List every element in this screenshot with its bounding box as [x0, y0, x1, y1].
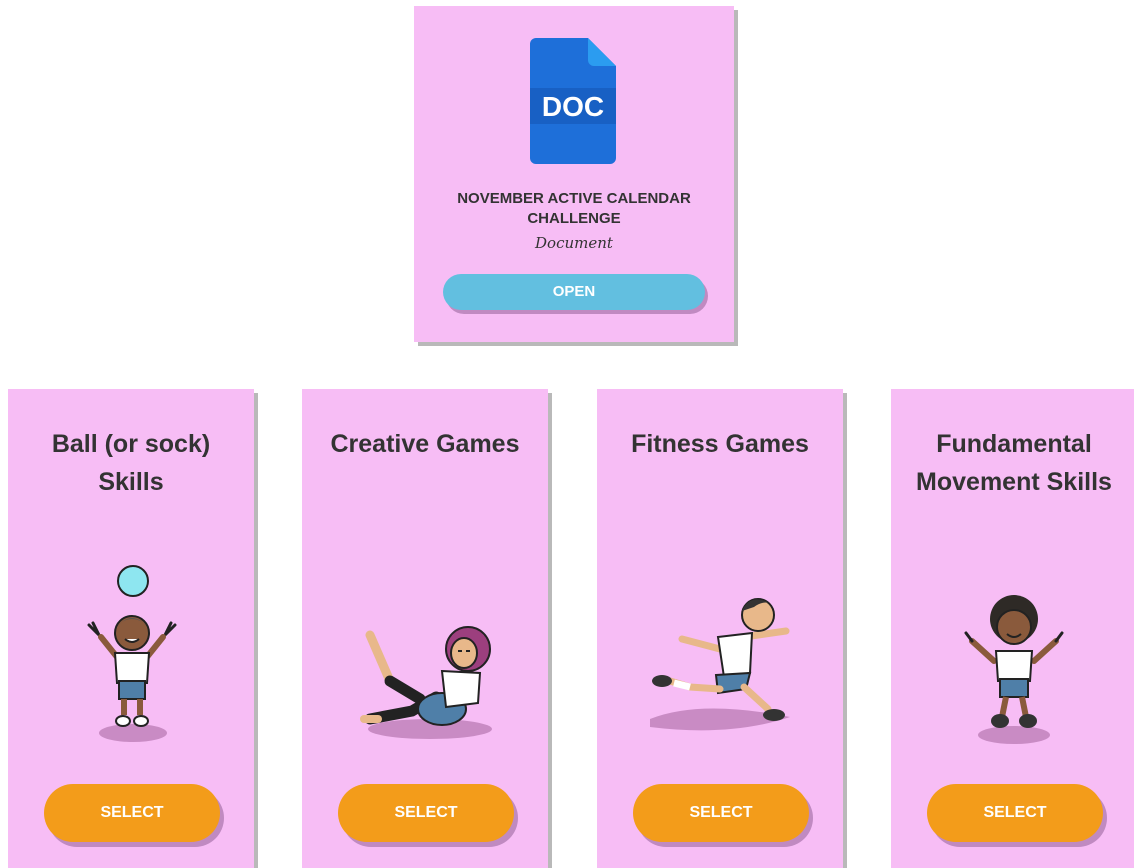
document-card: DOC NOVEMBER ACTIVE CALENDAR CHALLENGE D… — [414, 6, 734, 342]
card-fitness-games: Fitness Games SELECT — [597, 389, 843, 868]
boy-running-illustration — [650, 598, 790, 731]
card-title: Creative Games — [330, 430, 520, 458]
card-title: Ball (or sock) Skills — [51, 430, 211, 496]
card-title: Fundamental Movement Skills — [916, 430, 1112, 496]
select-button[interactable]: SELECT — [338, 784, 514, 842]
document-title: NOVEMBER ACTIVE CALENDAR CHALLENGE — [457, 190, 691, 227]
child-jumping-illustration — [964, 595, 1064, 744]
select-button[interactable]: SELECT — [927, 784, 1103, 842]
card-fundamental-movement-skills: Fundamental Movement Skills SELECT — [891, 389, 1134, 868]
open-button[interactable]: OPEN — [443, 274, 705, 310]
card-creative-games: Creative Games SELECT — [302, 389, 548, 868]
child-with-ball-illustration — [87, 565, 177, 742]
doc-file-icon: DOC — [530, 38, 616, 164]
select-button[interactable]: SELECT — [44, 784, 220, 842]
card-ball-skills: Ball (or sock) Skills SELECT — [8, 389, 254, 868]
girl-stretching-illustration — [360, 626, 492, 739]
select-button[interactable]: SELECT — [633, 784, 809, 842]
document-type: Document — [535, 234, 613, 252]
doc-icon-label: DOC — [542, 91, 604, 122]
card-title: Fitness Games — [631, 430, 809, 458]
